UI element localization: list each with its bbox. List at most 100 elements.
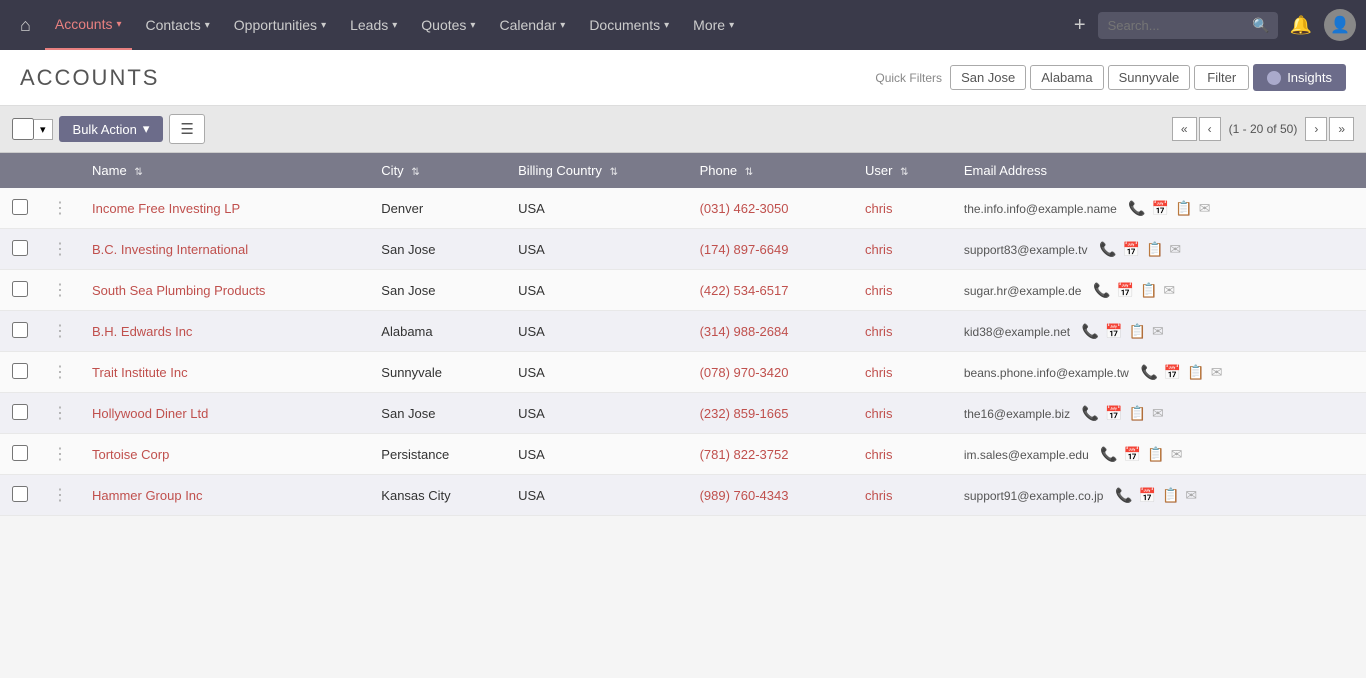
nav-item-documents[interactable]: Documents ▾: [579, 0, 679, 50]
notes-icon[interactable]: 📋: [1162, 487, 1179, 504]
calendar-icon[interactable]: 📅: [1124, 446, 1141, 463]
nav-item-calendar[interactable]: Calendar ▾: [489, 0, 575, 50]
email-icon[interactable]: ✉: [1185, 487, 1197, 504]
user-link[interactable]: chris: [865, 365, 892, 380]
phone-link[interactable]: (031) 462-3050: [700, 201, 789, 216]
call-icon[interactable]: 📞: [1128, 200, 1145, 217]
email-icon[interactable]: ✉: [1171, 446, 1183, 463]
row-menu-icon[interactable]: ⋮: [52, 323, 68, 340]
row-menu-icon[interactable]: ⋮: [52, 487, 68, 504]
notes-icon[interactable]: 📋: [1129, 323, 1146, 340]
notes-icon[interactable]: 📋: [1187, 364, 1204, 381]
nav-item-contacts[interactable]: Contacts ▾: [136, 0, 220, 50]
email-icon[interactable]: ✉: [1152, 405, 1164, 422]
call-icon[interactable]: 📞: [1115, 487, 1132, 504]
first-page-button[interactable]: «: [1172, 117, 1197, 141]
row-checkbox[interactable]: [12, 404, 28, 420]
calendar-icon[interactable]: 📅: [1164, 364, 1181, 381]
calendar-icon[interactable]: 📅: [1105, 405, 1122, 422]
nav-item-leads[interactable]: Leads ▾: [340, 0, 407, 50]
row-checkbox[interactable]: [12, 486, 28, 502]
select-all-dropdown[interactable]: ▾: [34, 119, 53, 140]
row-checkbox[interactable]: [12, 445, 28, 461]
home-icon[interactable]: ⌂: [10, 15, 41, 36]
email-icon[interactable]: ✉: [1163, 282, 1175, 299]
call-icon[interactable]: 📞: [1093, 282, 1110, 299]
user-link[interactable]: chris: [865, 242, 892, 257]
row-checkbox[interactable]: [12, 199, 28, 215]
filter-tag-san-jose[interactable]: San Jose: [950, 65, 1026, 90]
phone-link[interactable]: (989) 760-4343: [700, 488, 789, 503]
phone-link[interactable]: (781) 822-3752: [700, 447, 789, 462]
account-name-link[interactable]: Trait Institute Inc: [92, 365, 188, 380]
email-icon[interactable]: ✉: [1169, 241, 1181, 258]
search-icon[interactable]: 🔍: [1252, 17, 1269, 34]
th-billing-country[interactable]: Billing Country ⇅: [506, 153, 687, 188]
user-link[interactable]: chris: [865, 488, 892, 503]
call-icon[interactable]: 📞: [1082, 323, 1099, 340]
list-view-button[interactable]: ☰: [169, 114, 204, 144]
bulk-action-button[interactable]: Bulk Action ▾: [59, 116, 164, 142]
nav-item-opportunities[interactable]: Opportunities ▾: [224, 0, 336, 50]
row-menu-icon[interactable]: ⋮: [52, 200, 68, 217]
phone-link[interactable]: (174) 897-6649: [700, 242, 789, 257]
notes-icon[interactable]: 📋: [1175, 200, 1192, 217]
calendar-icon[interactable]: 📅: [1139, 487, 1156, 504]
account-name-link[interactable]: B.C. Investing International: [92, 242, 248, 257]
email-icon[interactable]: ✉: [1199, 200, 1211, 217]
user-link[interactable]: chris: [865, 201, 892, 216]
row-menu-icon[interactable]: ⋮: [52, 446, 68, 463]
account-name-link[interactable]: Hammer Group Inc: [92, 488, 203, 503]
notes-icon[interactable]: 📋: [1146, 241, 1163, 258]
notes-icon[interactable]: 📋: [1140, 282, 1157, 299]
phone-link[interactable]: (422) 534-6517: [700, 283, 789, 298]
account-name-link[interactable]: Income Free Investing LP: [92, 201, 240, 216]
phone-link[interactable]: (232) 859-1665: [700, 406, 789, 421]
phone-link[interactable]: (078) 970-3420: [700, 365, 789, 380]
phone-link[interactable]: (314) 988-2684: [700, 324, 789, 339]
next-page-button[interactable]: ›: [1305, 117, 1327, 141]
account-name-link[interactable]: Tortoise Corp: [92, 447, 169, 462]
insights-button[interactable]: Insights: [1253, 64, 1346, 91]
email-icon[interactable]: ✉: [1152, 323, 1164, 340]
account-name-link[interactable]: South Sea Plumbing Products: [92, 283, 265, 298]
nav-item-quotes[interactable]: Quotes ▾: [411, 0, 485, 50]
call-icon[interactable]: 📞: [1140, 364, 1157, 381]
avatar[interactable]: 👤: [1324, 9, 1356, 41]
last-page-button[interactable]: »: [1329, 117, 1354, 141]
calendar-icon[interactable]: 📅: [1105, 323, 1122, 340]
row-menu-icon[interactable]: ⋮: [52, 241, 68, 258]
select-all-checkbox[interactable]: [12, 118, 34, 140]
call-icon[interactable]: 📞: [1082, 405, 1099, 422]
th-city[interactable]: City ⇅: [369, 153, 506, 188]
filter-button[interactable]: Filter: [1194, 65, 1249, 90]
call-icon[interactable]: 📞: [1100, 446, 1117, 463]
notes-icon[interactable]: 📋: [1129, 405, 1146, 422]
filter-tag-sunnyvale[interactable]: Sunnyvale: [1108, 65, 1191, 90]
search-input[interactable]: [1098, 12, 1278, 39]
th-phone[interactable]: Phone ⇅: [688, 153, 853, 188]
row-menu-icon[interactable]: ⋮: [52, 364, 68, 381]
call-icon[interactable]: 📞: [1099, 241, 1116, 258]
user-link[interactable]: chris: [865, 283, 892, 298]
notes-icon[interactable]: 📋: [1147, 446, 1164, 463]
user-link[interactable]: chris: [865, 324, 892, 339]
row-menu-icon[interactable]: ⋮: [52, 405, 68, 422]
email-icon[interactable]: ✉: [1211, 364, 1223, 381]
th-name[interactable]: Name ⇅: [80, 153, 369, 188]
calendar-icon[interactable]: 📅: [1117, 282, 1134, 299]
nav-item-accounts[interactable]: Accounts ▾: [45, 0, 132, 50]
prev-page-button[interactable]: ‹: [1199, 117, 1221, 141]
account-name-link[interactable]: Hollywood Diner Ltd: [92, 406, 208, 421]
nav-item-more[interactable]: More ▾: [683, 0, 744, 50]
calendar-icon[interactable]: 📅: [1123, 241, 1140, 258]
account-name-link[interactable]: B.H. Edwards Inc: [92, 324, 192, 339]
add-new-icon[interactable]: +: [1066, 14, 1094, 37]
row-checkbox[interactable]: [12, 281, 28, 297]
calendar-icon[interactable]: 📅: [1152, 200, 1169, 217]
row-checkbox[interactable]: [12, 240, 28, 256]
th-user[interactable]: User ⇅: [853, 153, 952, 188]
row-checkbox[interactable]: [12, 363, 28, 379]
row-menu-icon[interactable]: ⋮: [52, 282, 68, 299]
user-link[interactable]: chris: [865, 447, 892, 462]
